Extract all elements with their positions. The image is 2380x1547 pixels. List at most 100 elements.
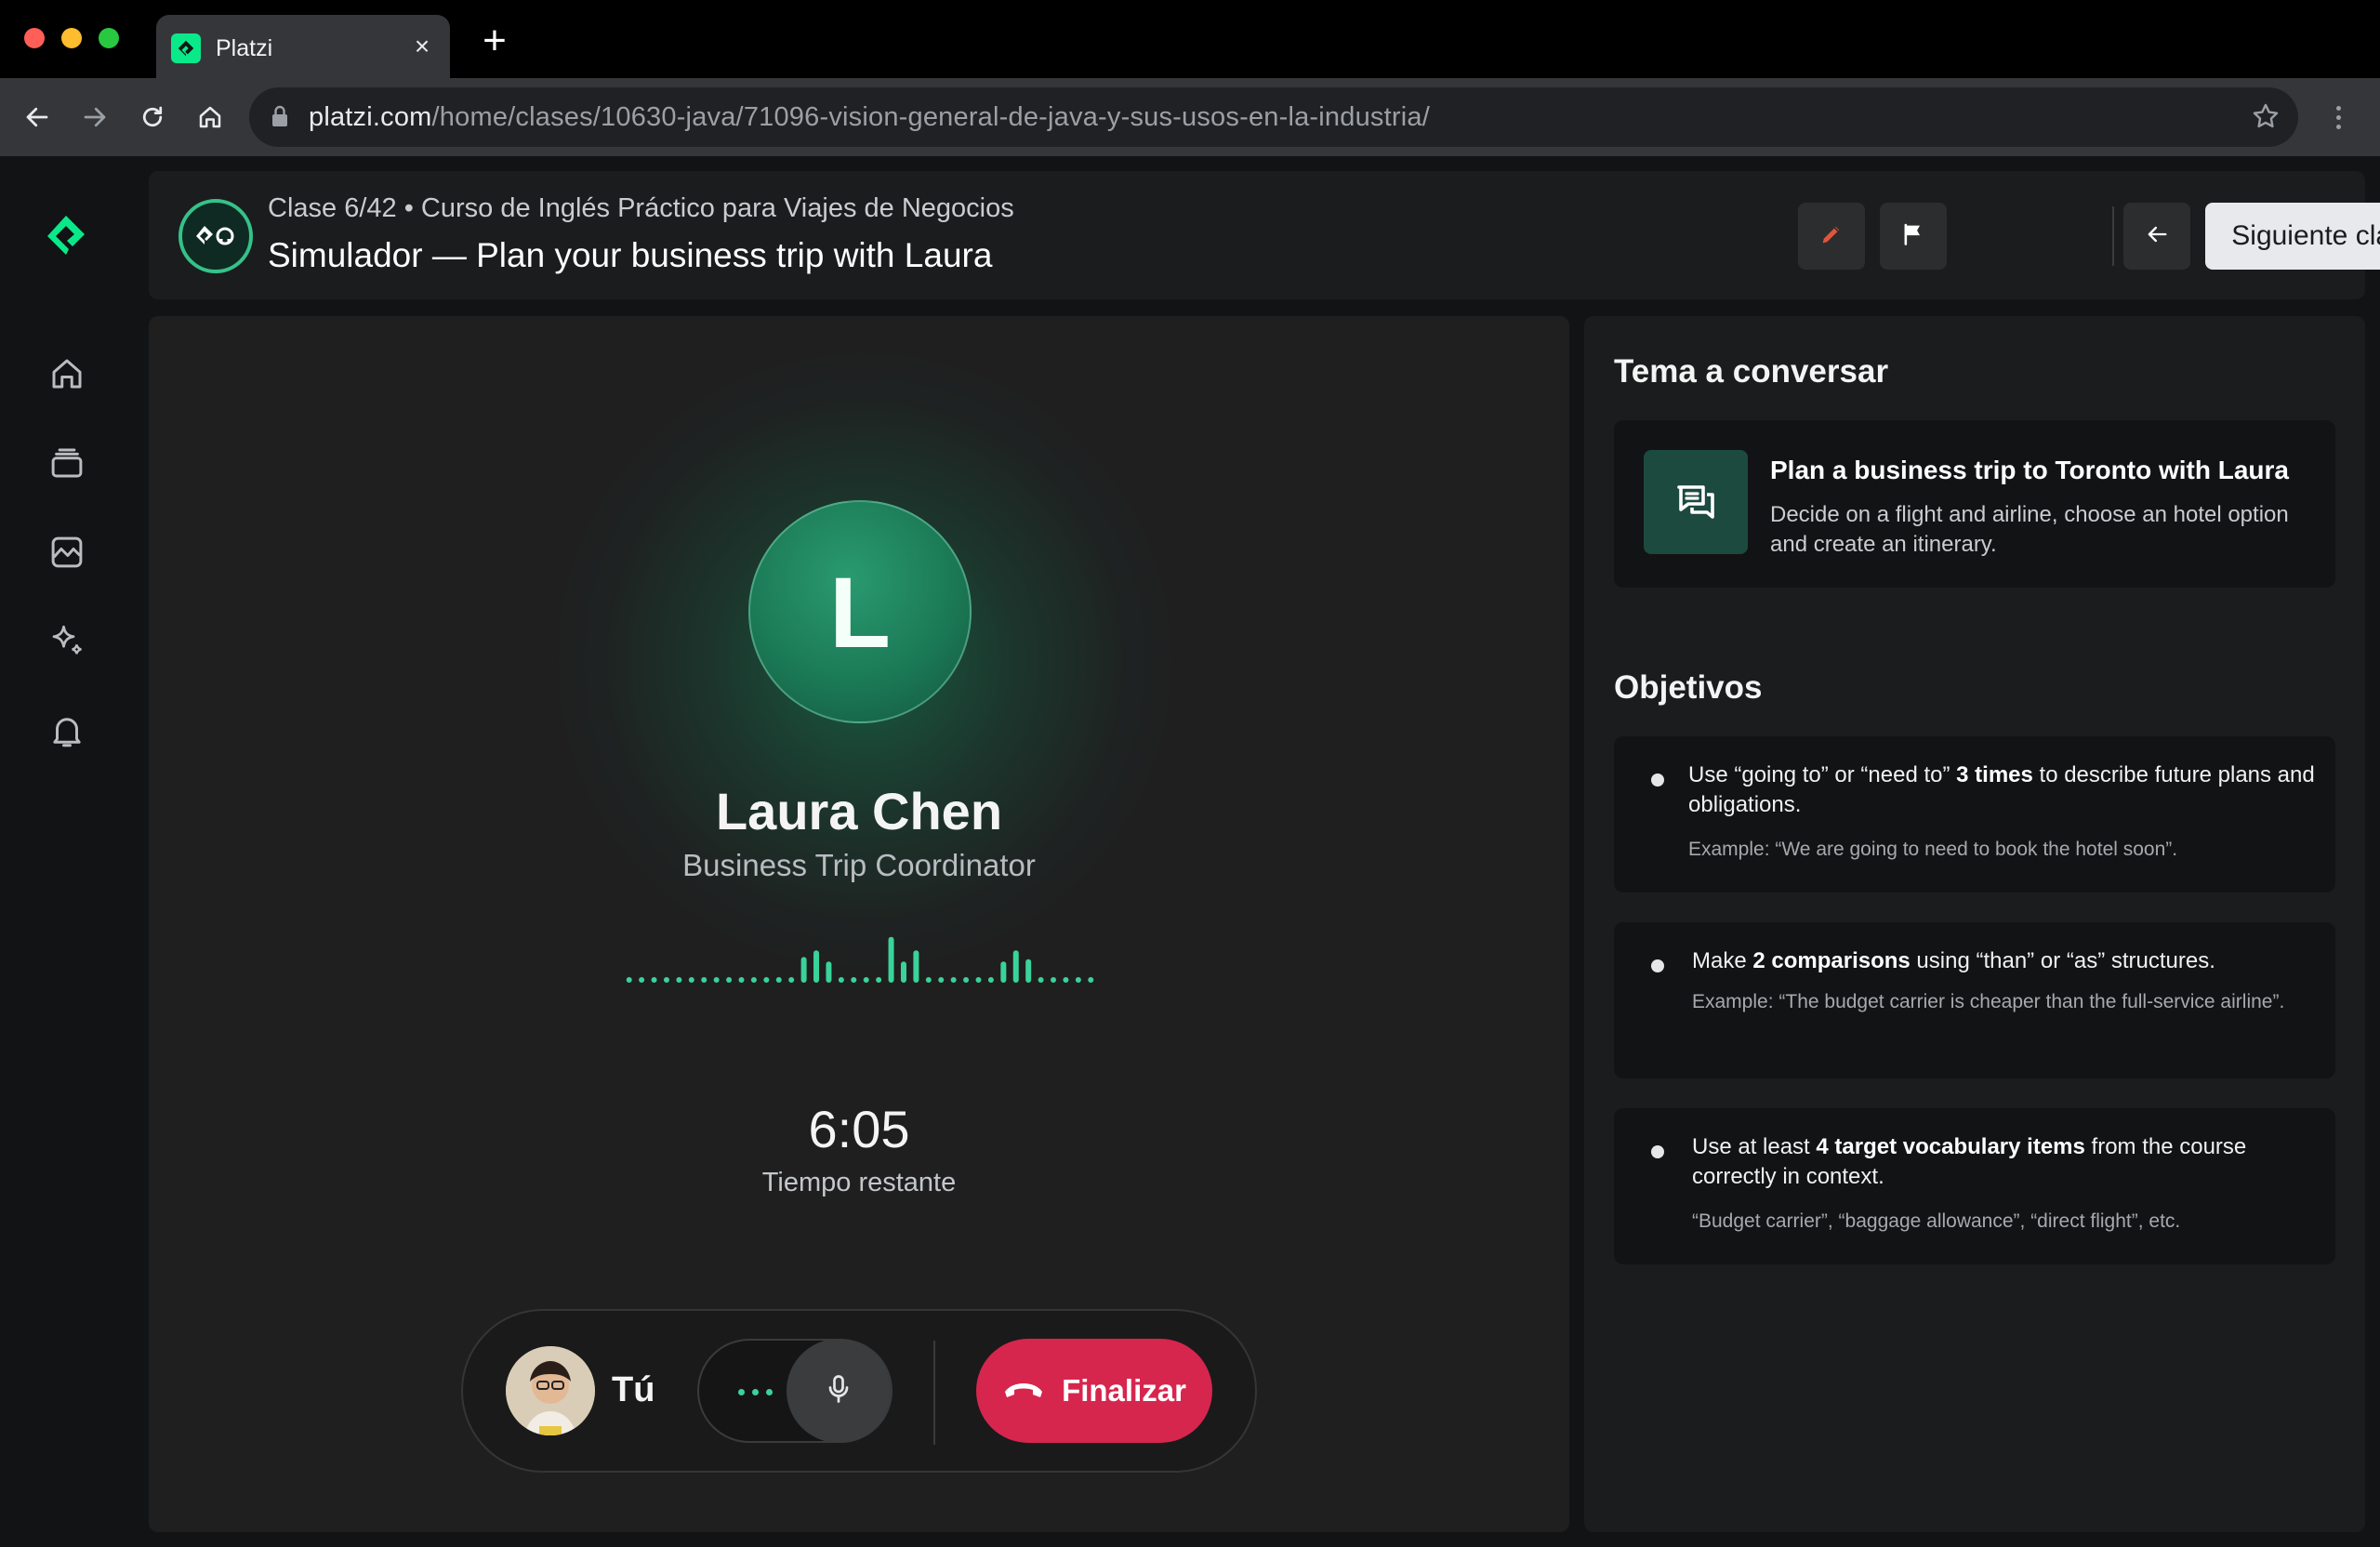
url-path: /home/clases/10630-java/71096-vision-gen…: [431, 102, 1430, 132]
waveform-dot: [1038, 977, 1044, 983]
more-options-icon[interactable]: [727, 1378, 783, 1406]
objective-text: Make 2 comparisons using “than” or “as” …: [1692, 948, 2215, 973]
topic-section-title: Tema a conversar: [1614, 353, 1889, 390]
arrow-left-icon: [2144, 221, 2170, 252]
waveform-bar: [1000, 961, 1007, 983]
call-timer: 6:05: [808, 1100, 910, 1158]
objective-example: “Budget carrier”, “baggage allowance”, “…: [1692, 1210, 2181, 1232]
course-badge-icon: [178, 199, 253, 273]
class-title: Simulador — Plan your business trip with…: [268, 236, 993, 274]
audio-waveform: [626, 936, 1094, 983]
pencil-icon: [1818, 221, 1844, 252]
previous-class-button[interactable]: [2123, 203, 2190, 270]
waveform-dot: [950, 977, 957, 983]
user-avatar: [506, 1346, 595, 1435]
objective-example: Example: “We are going to need to book t…: [1688, 839, 2178, 860]
mic-control-group: [697, 1339, 892, 1443]
waveform-dot: [851, 977, 857, 983]
contact-name: Laura Chen: [715, 782, 1003, 840]
waveform-dot: [688, 977, 694, 983]
waveform-dot: [763, 977, 770, 983]
call-control-bar: Tú Finalizar: [461, 1309, 1257, 1473]
class-header: Clase 6/42 • Curso de Inglés Práctico pa…: [149, 171, 2380, 299]
waveform-dot: [738, 977, 745, 983]
waveform-dot: [626, 977, 632, 983]
waveform-dot: [963, 977, 970, 983]
end-call-label: Finalizar: [1062, 1373, 1186, 1408]
platzi-favicon-icon: [171, 33, 201, 63]
contact-role: Business Trip Coordinator: [682, 848, 1036, 882]
hang-up-phone-icon: [1002, 1373, 1045, 1408]
topic-title: Plan a business trip to Toronto with Lau…: [1770, 456, 2289, 484]
courses-stack-icon[interactable]: [43, 439, 91, 487]
home-browser-icon[interactable]: [190, 97, 231, 138]
waveform-dot: [701, 977, 707, 983]
forward-arrow-icon[interactable]: [74, 97, 115, 138]
waveform-dot: [651, 977, 657, 983]
lock-icon: [270, 104, 290, 133]
contact-avatar: L: [748, 500, 972, 723]
bullet-icon: [1651, 774, 1664, 787]
waveform-dot: [750, 977, 757, 983]
bookmark-star-icon[interactable]: [2250, 100, 2281, 137]
objective-text: Use at least 4 target vocabulary items f…: [1692, 1134, 2247, 1189]
bullet-icon: [1651, 1145, 1664, 1158]
platzi-logo-icon[interactable]: [43, 212, 89, 263]
waveform-dot: [975, 977, 982, 983]
waveform-dot: [1051, 977, 1057, 983]
class-meta: Clase 6/42 • Curso de Inglés Práctico pa…: [268, 193, 1014, 223]
url-host: platzi.com: [309, 102, 432, 132]
conversation-info-panel: Tema a conversar Plan a business trip to…: [1584, 316, 2365, 1532]
report-button[interactable]: [1880, 203, 1947, 270]
browser-tab-platzi[interactable]: Platzi ×: [156, 15, 450, 78]
window-maximize-button[interactable]: [99, 28, 119, 48]
waveform-dot: [925, 977, 932, 983]
waveform-dot: [726, 977, 733, 983]
call-timer-label: Tiempo restante: [761, 1168, 957, 1197]
waveform-dot: [775, 977, 782, 983]
tab-close-icon[interactable]: ×: [407, 32, 437, 61]
bullet-icon: [1651, 959, 1664, 972]
address-bar[interactable]: platzi.com/home/clases/10630-java/71096-…: [249, 87, 2298, 147]
waveform-dot: [1063, 977, 1069, 983]
reload-icon[interactable]: [132, 97, 173, 138]
waveform-dot: [676, 977, 682, 983]
topic-card: Plan a business trip to Toronto with Lau…: [1614, 420, 2335, 588]
new-tab-button[interactable]: +: [474, 20, 515, 63]
call-panel: L Laura Chen Business Trip Coordinator 6…: [149, 316, 1569, 1532]
header-divider: [2112, 206, 2114, 266]
waveform-dot: [938, 977, 945, 983]
window-close-button[interactable]: [24, 28, 45, 48]
waveform-dot: [1075, 977, 1081, 983]
objective-item: Make 2 comparisons using “than” or “as” …: [1614, 922, 2335, 1078]
bell-icon[interactable]: [43, 707, 91, 755]
objective-example: Example: “The budget carrier is cheaper …: [1692, 991, 2285, 1012]
topic-description: Decide on a flight and airline, choose a…: [1770, 502, 2289, 557]
objective-text: Use “going to” or “need to” 3 times to d…: [1688, 762, 2315, 817]
next-class-button[interactable]: Siguiente clase: [2205, 203, 2380, 270]
waveform-dot: [639, 977, 645, 983]
objectives-section-title: Objetivos: [1614, 669, 1763, 706]
waveform-dot: [713, 977, 720, 983]
window-minimize-button[interactable]: [61, 28, 82, 48]
waveform-bar: [900, 961, 906, 983]
home-icon[interactable]: [43, 350, 91, 398]
waveform-bar: [913, 950, 919, 983]
waveform-dot: [876, 977, 882, 983]
waveform-bar: [800, 957, 807, 983]
microphone-button[interactable]: [787, 1339, 891, 1443]
app-sidebar: [0, 156, 134, 1547]
browser-toolbar: platzi.com/home/clases/10630-java/71096-…: [0, 78, 2380, 156]
analytics-icon[interactable]: [43, 528, 91, 576]
microphone-icon: [822, 1372, 855, 1410]
sparkles-icon[interactable]: [43, 617, 91, 666]
edit-note-button[interactable]: [1798, 203, 1865, 270]
end-call-button[interactable]: Finalizar: [976, 1339, 1212, 1443]
flag-icon: [1900, 221, 1926, 252]
tab-title: Platzi: [216, 35, 273, 61]
user-label: Tú: [612, 1370, 655, 1409]
url-text: platzi.com/home/clases/10630-java/71096-…: [309, 102, 1430, 133]
waveform-bar: [888, 936, 894, 983]
back-arrow-icon[interactable]: [17, 97, 58, 138]
browser-menu-icon[interactable]: [2324, 97, 2352, 138]
